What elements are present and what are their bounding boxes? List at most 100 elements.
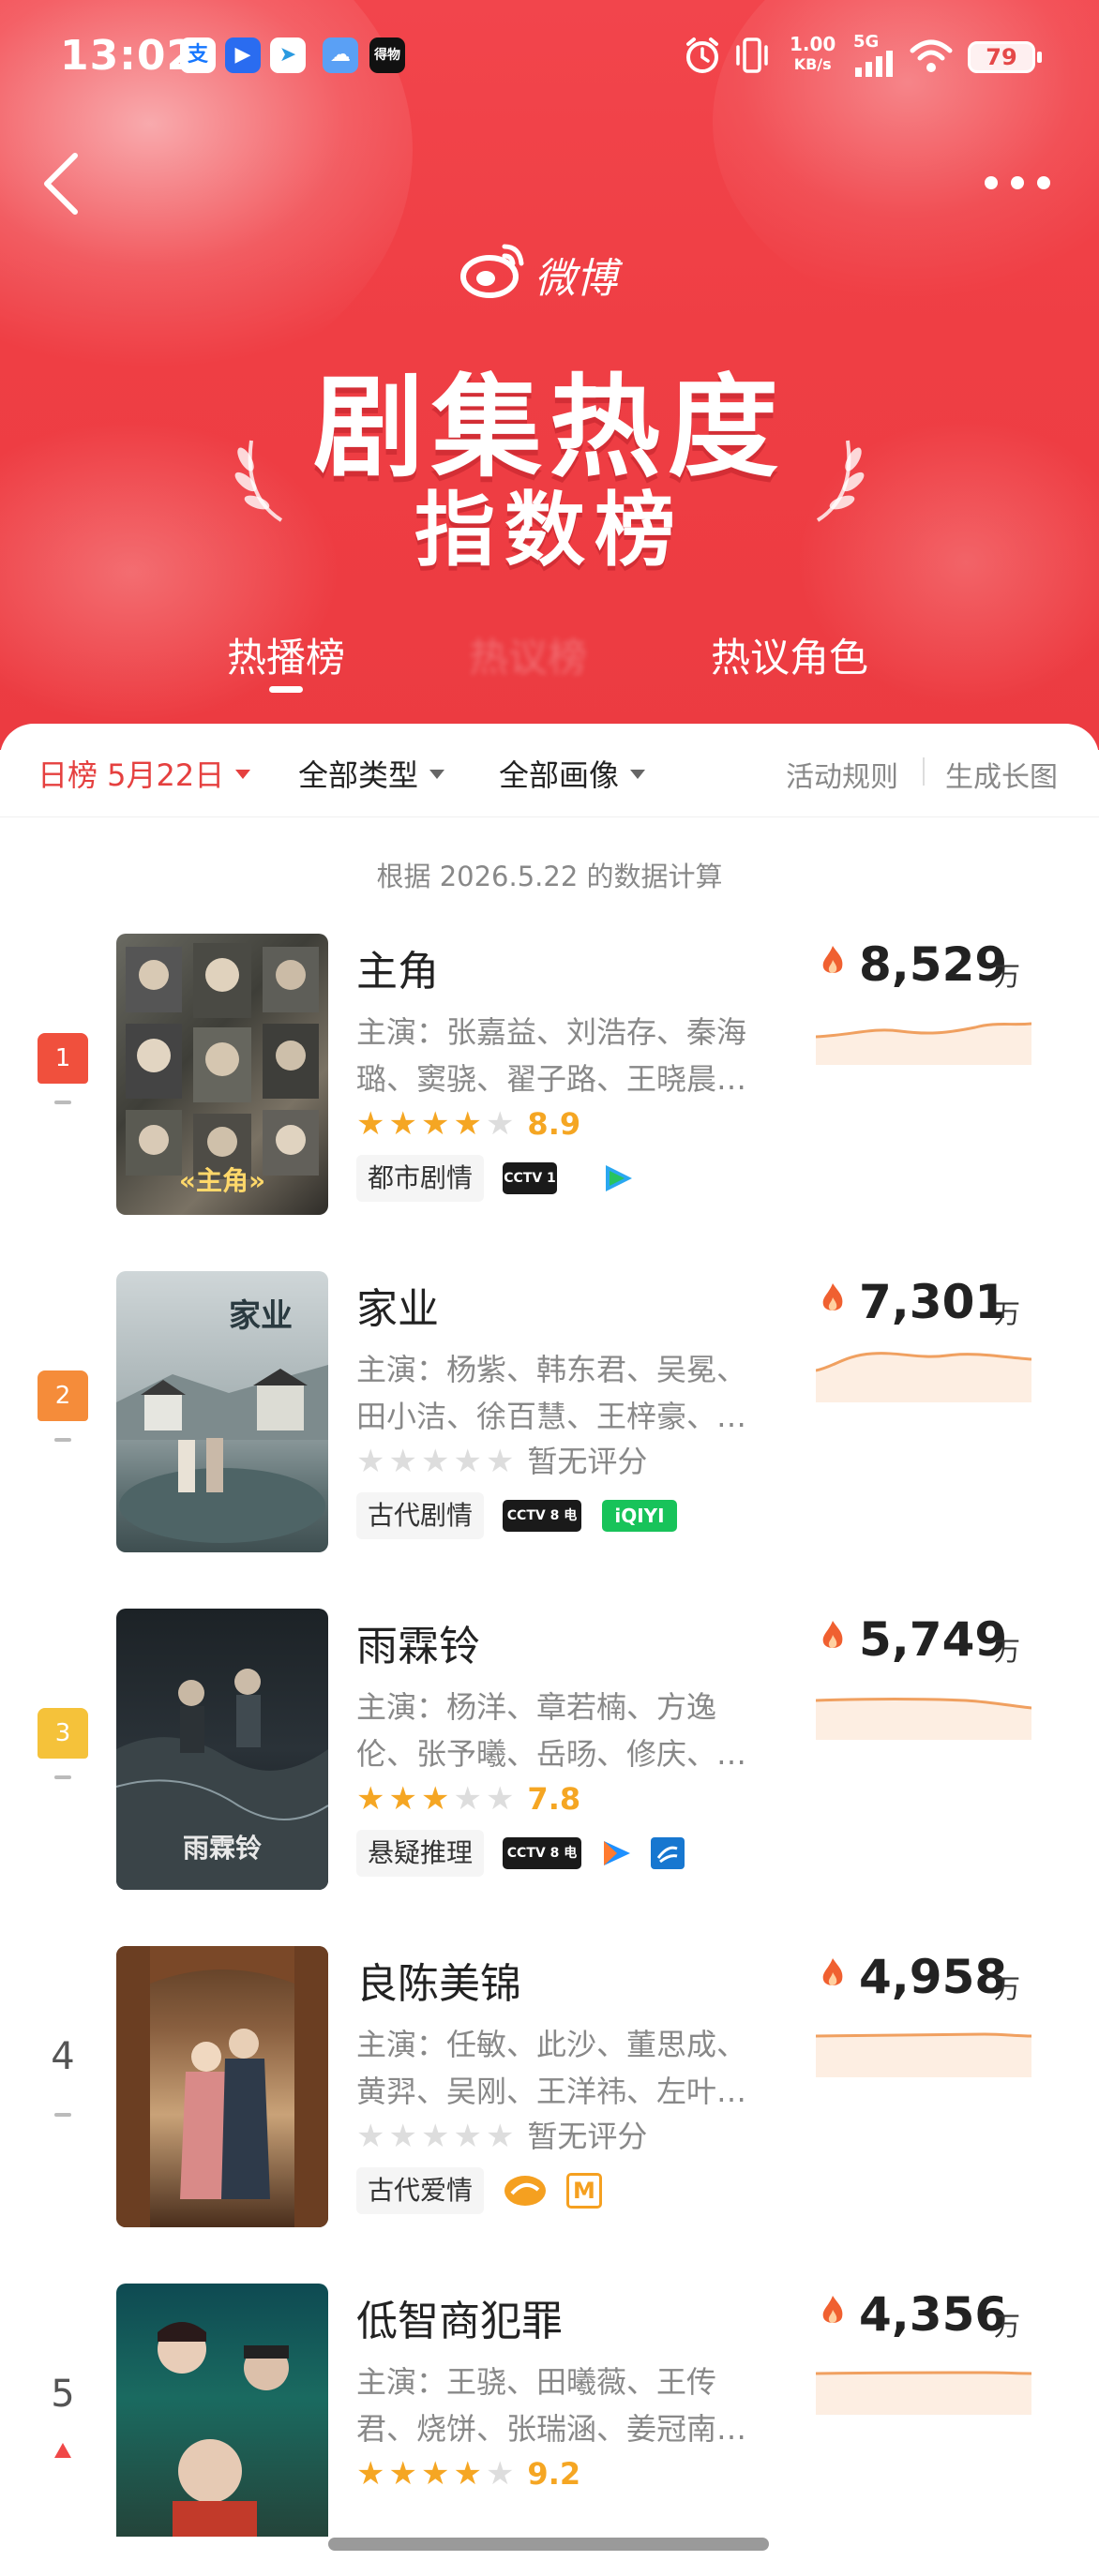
rank-number: 4 [51, 2035, 75, 2078]
rating-stars: ★ ★ ★ ★ ★ 暂无评分 [356, 2120, 647, 2152]
telegram-icon: ➤ [270, 37, 306, 73]
star-filled-icon: ★ [356, 1105, 385, 1143]
wifi-icon [910, 39, 953, 72]
weibo-logo: 微博 [459, 239, 647, 305]
show-title[interactable]: 家业 [356, 1275, 439, 1335]
star-filled-icon: ★ [453, 1105, 482, 1143]
cast-list: 主演：杨紫、韩东君、吴冕、田小洁、徐百慧、王梓豪、… [356, 1352, 747, 1434]
star-empty-icon: ★ [388, 1443, 417, 1480]
star-filled-icon: ★ [420, 1780, 450, 1818]
poster-art [116, 1365, 328, 1543]
page-subtitle: 指数榜 [414, 484, 685, 577]
star-filled-icon: ★ [420, 2455, 450, 2493]
battery-indicator: 79 [968, 41, 1042, 73]
tab-hot-playing[interactable]: 热播榜 [227, 626, 345, 693]
poster-image[interactable] [116, 2284, 328, 2537]
poster-image[interactable]: 雨霖铃 [116, 1609, 328, 1890]
star-empty-icon: ★ [453, 1780, 482, 1818]
long-image-link[interactable]: 生成长图 [945, 754, 1058, 795]
star-filled-icon: ★ [420, 1105, 450, 1143]
home-indicator[interactable] [328, 2538, 769, 2551]
show-title[interactable]: 雨霖铃 [356, 1612, 480, 1672]
dewu-icon: 得物 [369, 37, 405, 73]
heat-unit: 万 [994, 1973, 1021, 2004]
trend-sparkline [816, 1698, 1031, 1740]
cast-list: 主演：王骁、田曦薇、王传君、烧饼、张瑞涵、姜冠南… [356, 2364, 747, 2447]
cast-list: 主演：张嘉益、刘浩存、秦海璐、窦骁、翟子路、王晓晨… [356, 1014, 747, 1097]
score: 暂无评分 [527, 2119, 648, 2154]
poster-caption: 雨霖铃 [182, 1833, 262, 1864]
status-bar: 13:02 支 ▶ ➤ ☁ 得物 1.00 KB/s 5G 79 [0, 0, 1099, 112]
heat-unit: 万 [994, 1298, 1021, 1329]
zhejiang-tv-icon [651, 1837, 685, 1869]
more-dot [985, 176, 998, 189]
rank-badge: 3 [38, 1708, 88, 1759]
star-filled-icon: ★ [356, 2455, 385, 2493]
trend-sparkline [816, 1022, 1031, 1065]
list-item[interactable]: 2 家业 家业 主演：杨紫、韩东君、吴冕、田小洁、徐百慧、王梓豪、… ★ ★ ★ ★ ★… [0, 1271, 1099, 1580]
poster-image[interactable]: 家业 [116, 1271, 328, 1552]
date-filter[interactable]: 日榜 5月22日 [38, 752, 251, 795]
fire-icon [822, 1283, 843, 1310]
star-empty-icon: ★ [485, 1443, 515, 1480]
tab-hot-characters[interactable]: 热议角色 [711, 626, 868, 683]
more-dot [1011, 176, 1024, 189]
poster-image[interactable]: «主角» [116, 934, 328, 1215]
fire-icon [822, 2296, 843, 2323]
more-dot [1037, 176, 1050, 189]
list-item[interactable]: 4 良陈美锦 主演：任敏、此沙、董思成、黄羿、吴刚、王洋祎、左叶… ★ ★ ★ ★ ★ 暂… [0, 1946, 1099, 2255]
chevron-down-icon [630, 770, 646, 779]
star-empty-icon: ★ [356, 2118, 385, 2155]
heat-unit: 万 [994, 2311, 1021, 2342]
tab-hot-discussion[interactable]: 热议榜 [469, 626, 587, 683]
genre-tag: 古代爱情 [356, 2167, 485, 2214]
score: 暂无评分 [527, 1444, 648, 1479]
score: 7.8 [527, 1781, 581, 1817]
list-item[interactable]: 5 低智商犯罪 主演：王骁、田曦薇、王传君、烧饼、张瑞涵、姜冠南… ★ ★ ★ ★ ★ 9… [0, 2284, 1099, 2576]
trend-up-icon [54, 2443, 71, 2458]
show-title[interactable]: 良陈美锦 [356, 1950, 521, 2010]
list-item[interactable]: 1 «主角» 主角 主演：张嘉益、刘浩存、秦海璐、窦骁、翟子路、王晓晨… ★ ★ ★… [0, 934, 1099, 1243]
net-speed: 1.00 KB/s [790, 33, 836, 73]
type-filter[interactable]: 全部类型 [298, 752, 445, 795]
star-filled-icon: ★ [388, 1105, 417, 1143]
chevron-down-icon [235, 770, 251, 779]
star-empty-icon: ★ [485, 1780, 515, 1818]
star-empty-icon: ★ [485, 2455, 515, 2493]
fire-icon [822, 946, 843, 973]
cctv8-logo: CCTV 8 电视剧 [503, 1837, 581, 1893]
ranking-card: 日榜 5月22日 全部类型 全部画像 活动规则 生成长图 根据 2026.5.2… [0, 724, 1099, 2576]
heat-unit: 万 [994, 1636, 1021, 1667]
brand-name: 微博 [534, 255, 617, 303]
heat-value: 5,749 [859, 1612, 1008, 1667]
network-type: 5G [853, 32, 880, 52]
list-item[interactable]: 3 雨霖铃 雨霖铃 主演：杨洋、章若楠、方逸伦、张予曦、岳旸、修庆、… ★ ★ ★ ★… [0, 1609, 1099, 1918]
score: 9.2 [527, 2456, 581, 2492]
rank-badge: 1 [38, 1033, 88, 1084]
trend-flat-icon [54, 1775, 71, 1779]
alarm-icon [686, 37, 718, 73]
poster-image[interactable] [116, 1946, 328, 2227]
star-filled-icon: ★ [453, 2455, 482, 2493]
rating-stars: ★ ★ ★ ★ ★ 暂无评分 [356, 1445, 647, 1477]
star-filled-icon: ★ [388, 2455, 417, 2493]
heat-value: 4,356 [859, 2287, 1008, 2342]
score: 8.9 [527, 1106, 581, 1142]
fire-icon [822, 1958, 843, 1985]
show-title[interactable]: 低智商犯罪 [356, 2287, 563, 2347]
trend-flat-icon [54, 1438, 71, 1442]
heat-value: 8,529 [859, 937, 1008, 992]
star-empty-icon: ★ [388, 2118, 417, 2155]
show-title[interactable]: 主角 [356, 937, 439, 997]
rating-stars: ★ ★ ★ ★ ★ 7.8 [356, 1783, 580, 1815]
fire-icon [822, 1621, 843, 1648]
audience-filter[interactable]: 全部画像 [499, 752, 646, 795]
iqiyi-logo: iQIYI [602, 1500, 677, 1532]
cctv8-logo: CCTV 8 电视剧 [503, 1500, 581, 1555]
heat-index: 4,356 万 [820, 2287, 1063, 2344]
more-button[interactable] [975, 159, 1060, 206]
rules-link[interactable]: 活动规则 [786, 754, 898, 795]
back-button[interactable] [38, 150, 94, 216]
cast-list: 主演：杨洋、章若楠、方逸伦、张予曦、岳旸、修庆、… [356, 1689, 747, 1772]
trend-sparkline [816, 2032, 1031, 2077]
